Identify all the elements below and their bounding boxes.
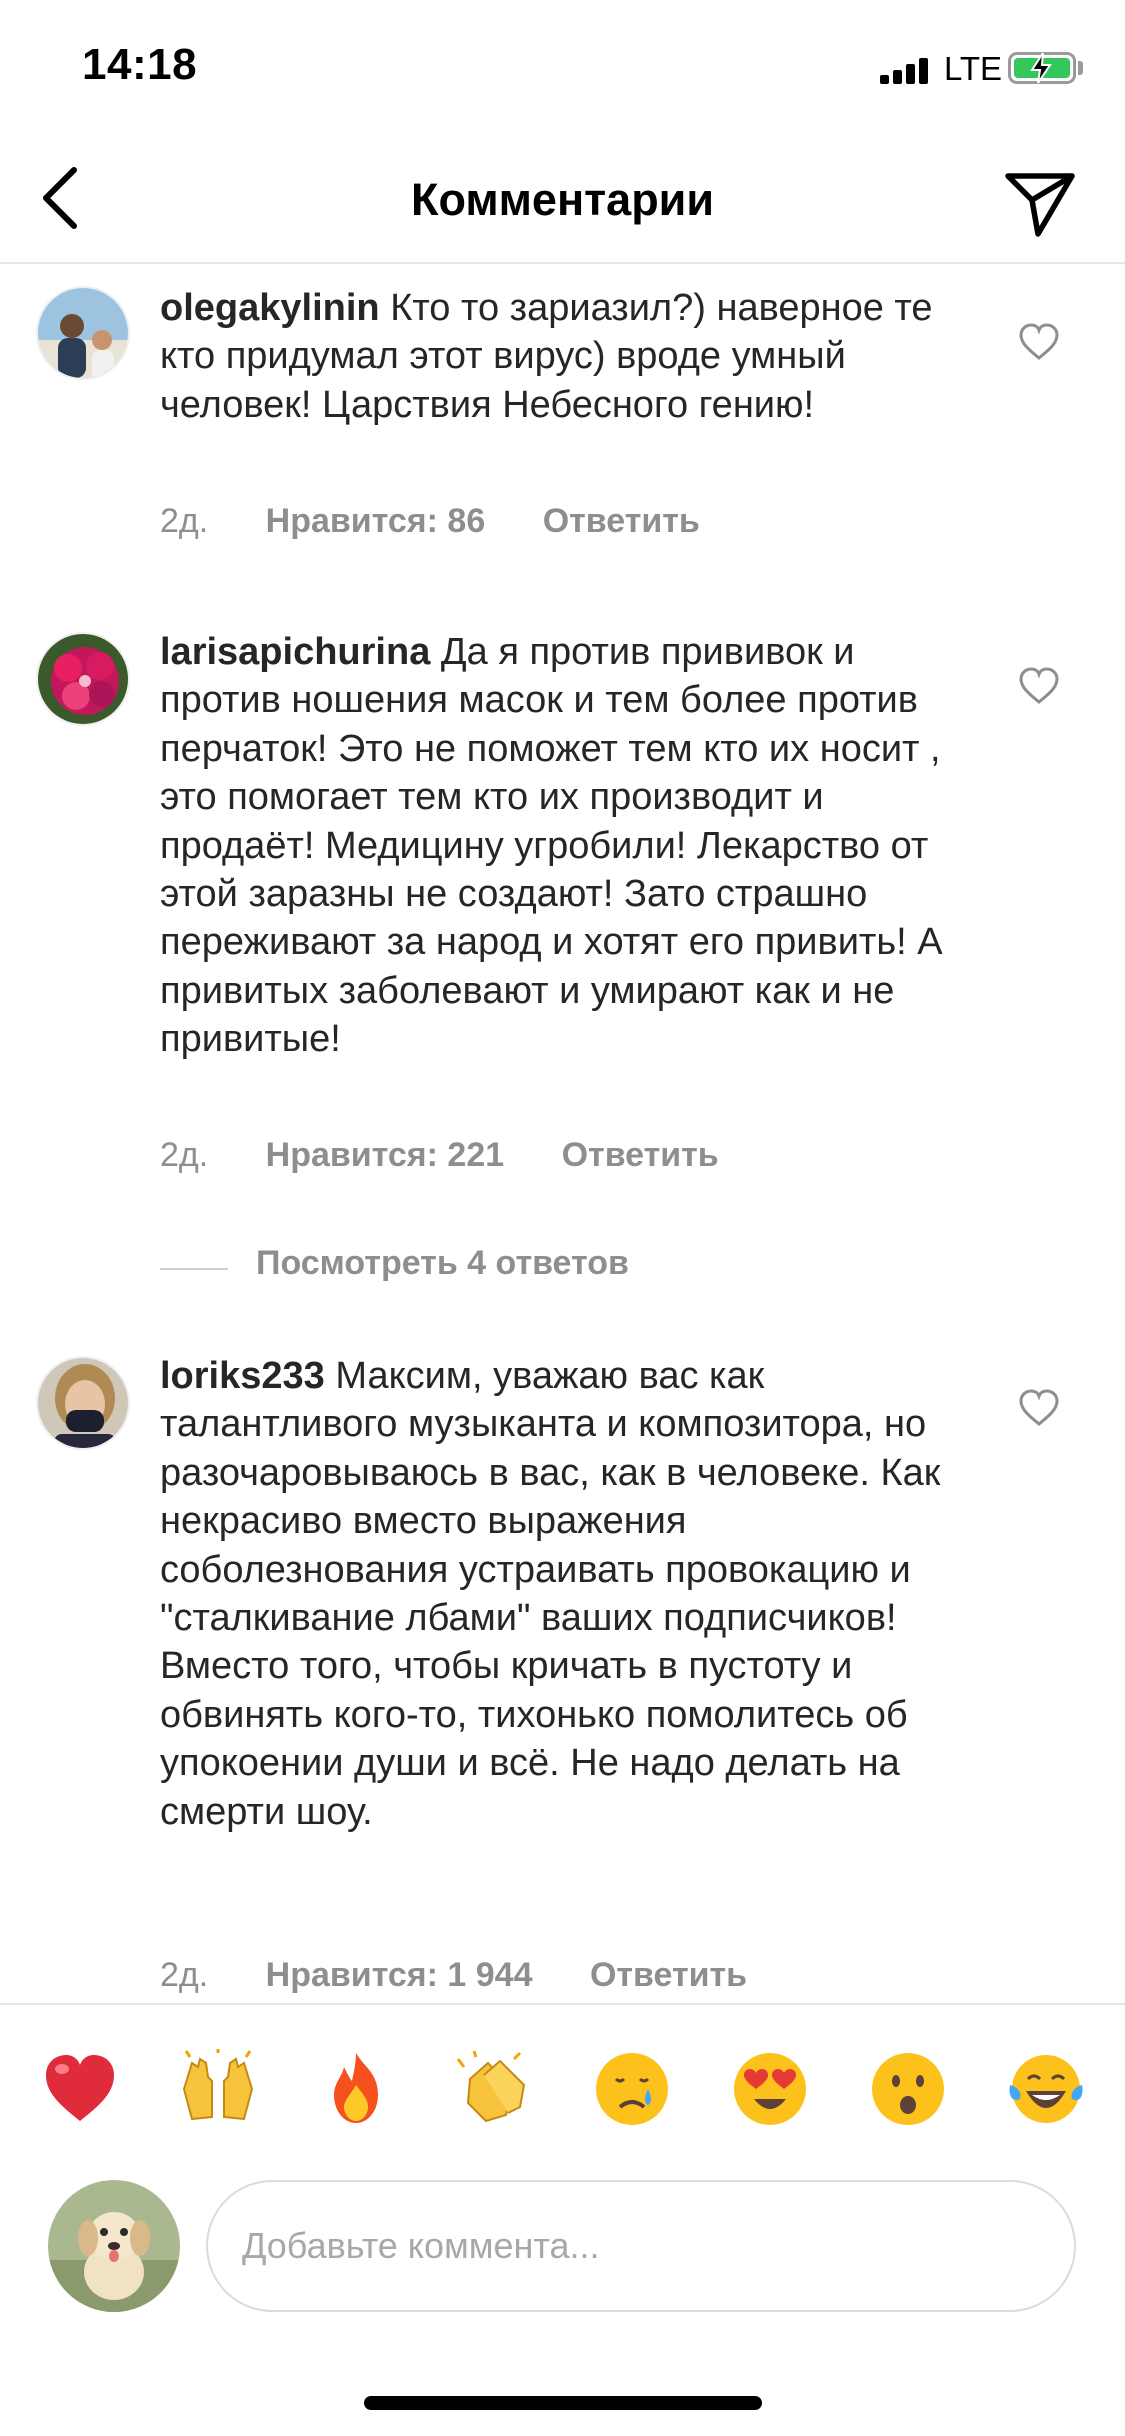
page-title: Комментарии [410, 174, 715, 225]
emoji-surprised-button[interactable] [868, 2049, 948, 2129]
comment-username[interactable]: larisapichurina [160, 631, 430, 673]
emoji-heart-eyes-button[interactable] [730, 2049, 810, 2129]
emoji-clapping-button[interactable] [454, 2049, 534, 2129]
emoji-laughing-button[interactable] [1006, 2049, 1086, 2129]
header: Комментарии [0, 132, 1125, 264]
comment-likes[interactable]: Нравится: 221 [266, 1136, 504, 1174]
comment-body: Да я против прививок и против ношения ма… [160, 631, 943, 1061]
my-avatar [48, 2180, 180, 2312]
comment-time: 2д. [160, 1956, 209, 1994]
signal-icon [880, 56, 930, 84]
reply-button[interactable]: Ответить [562, 1136, 719, 1174]
heart-icon[interactable] [1018, 322, 1060, 362]
comment-username[interactable]: loriks233 [160, 1355, 325, 1397]
heart-icon[interactable] [1018, 1388, 1060, 1428]
surprised-face-icon [872, 2053, 944, 2125]
heart-eyes-face-icon [734, 2053, 806, 2125]
emoji-crying-button[interactable] [592, 2049, 672, 2129]
fire-icon [334, 2053, 378, 2123]
red-heart-icon [46, 2055, 114, 2121]
comment-meta: 2д. Нравится: 86 Ответить [160, 502, 700, 541]
comment-username[interactable]: olegakylinin [160, 287, 380, 329]
status-bar: 14:18 LTE [0, 0, 1125, 132]
paper-plane-icon [1005, 173, 1075, 237]
share-button[interactable] [1000, 162, 1080, 242]
comment-text: olegakylinin Кто то зариазил?) наверное … [160, 284, 980, 429]
emoji-raised-hands-button[interactable] [178, 2049, 258, 2129]
crying-face-icon [596, 2053, 668, 2125]
tears-of-joy-face-icon [1009, 2055, 1083, 2123]
replies-divider [160, 1268, 228, 1270]
clapping-hands-icon [456, 2050, 526, 2123]
home-indicator[interactable] [364, 2396, 762, 2410]
heart-icon[interactable] [1018, 666, 1060, 706]
comment-meta: 2д. Нравится: 221 Ответить [160, 1136, 719, 1175]
status-time: 14:18 [82, 40, 198, 89]
avatar[interactable] [36, 286, 130, 380]
view-replies-label: Посмотреть 4 ответов [256, 1244, 629, 1282]
comments-list[interactable]: olegakylinin Кто то зариазил?) наверное … [0, 266, 1125, 2001]
comment-text: larisapichurina Да я против прививок и п… [160, 628, 980, 1064]
reply-button[interactable]: Ответить [543, 502, 700, 540]
comment-likes[interactable]: Нравится: 86 [266, 502, 486, 540]
charging-bolt-icon [1030, 52, 1052, 84]
comment-likes[interactable]: Нравится: 1 944 [266, 1956, 533, 1994]
reply-button[interactable]: Ответить [590, 1956, 747, 1994]
comment-time: 2д. [160, 502, 209, 540]
avatar[interactable] [36, 632, 130, 726]
emoji-quick-bar [0, 2003, 1125, 2168]
emoji-fire-button[interactable] [316, 2049, 396, 2129]
comment-time: 2д. [160, 1136, 209, 1174]
avatar[interactable] [36, 1356, 130, 1450]
comment-composer [0, 2168, 1125, 2318]
emoji-heart-button[interactable] [40, 2049, 120, 2129]
comment-body: Максим, уважаю вас как талантливого музы… [160, 1355, 941, 1833]
battery-cap [1078, 61, 1083, 75]
network-type: LTE [944, 50, 1003, 87]
comment-text: loriks233 Максим, уважаю вас как талантл… [160, 1352, 980, 1836]
comment-input[interactable] [206, 2180, 1076, 2312]
comment-meta: 2д. Нравится: 1 944 Ответить [160, 1956, 747, 1995]
raised-hands-icon [182, 2049, 254, 2121]
